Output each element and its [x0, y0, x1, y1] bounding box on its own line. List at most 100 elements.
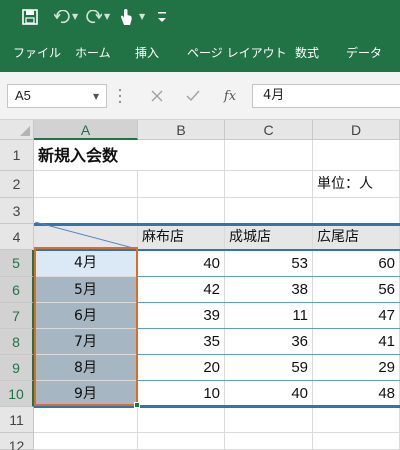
tab-data[interactable]: データ [346, 44, 382, 62]
cell-a11[interactable] [34, 407, 138, 433]
column-header-b[interactable]: B [138, 120, 225, 140]
undo-icon[interactable] [53, 7, 71, 27]
cell-b11[interactable] [138, 407, 225, 433]
cell-b2[interactable] [138, 171, 225, 198]
touch-mode-icon[interactable] [117, 7, 135, 27]
select-all-triangle-icon [20, 126, 30, 136]
row-header-11[interactable]: 11 [0, 407, 34, 433]
cell-b3[interactable] [138, 198, 225, 224]
cell-a12[interactable] [34, 433, 138, 450]
cell-a2[interactable] [34, 171, 138, 198]
name-box-dropdown-icon[interactable]: ▼ [93, 93, 99, 101]
select-all-button[interactable] [0, 120, 34, 140]
redo-dropdown-icon[interactable]: ▼ [104, 12, 110, 22]
value-cell[interactable]: 60 [313, 250, 400, 277]
name-box[interactable]: A5 [7, 84, 107, 108]
fill-handle[interactable] [134, 402, 140, 408]
row-header-7[interactable]: 7 [0, 303, 34, 329]
cell-d3[interactable] [313, 198, 400, 224]
value-cell[interactable]: 38 [225, 277, 313, 303]
sheet-title-cell[interactable]: 新規入会数 [34, 140, 138, 171]
cell-a3[interactable] [34, 198, 138, 224]
value-cell[interactable]: 11 [225, 303, 313, 329]
value-cell[interactable]: 56 [313, 277, 400, 303]
value-cell[interactable]: 41 [313, 329, 400, 355]
cell-c11[interactable] [225, 407, 313, 433]
row-header-6[interactable]: 6 [0, 277, 34, 303]
tab-page-layout[interactable]: ページ レイアウト [187, 44, 287, 62]
value-cell[interactable]: 39 [138, 303, 225, 329]
month-cell[interactable]: 6月 [34, 303, 138, 329]
unit-label-cell[interactable]: 単位：人 [313, 171, 400, 198]
value-cell[interactable]: 48 [313, 381, 400, 407]
store-header-cell[interactable]: 麻布店 [138, 224, 225, 250]
value-cell[interactable]: 59 [225, 355, 313, 381]
value-cell[interactable]: 36 [225, 329, 313, 355]
month-cell[interactable]: 9月 [34, 381, 138, 407]
tab-home[interactable]: ホーム [75, 44, 111, 62]
save-icon[interactable] [21, 7, 39, 27]
enter-icon[interactable] [183, 86, 203, 106]
value-cell[interactable]: 20 [138, 355, 225, 381]
table-bottom-rule [34, 405, 400, 408]
row-header-4[interactable]: 4 [0, 224, 34, 250]
month-cell[interactable]: 4月 [34, 250, 138, 277]
cell-c3[interactable] [225, 198, 313, 224]
row-header-3[interactable]: 3 [0, 198, 34, 224]
customize-qat-icon[interactable] [157, 8, 167, 26]
table-header-rule [34, 249, 400, 251]
cell-c1[interactable] [225, 140, 313, 171]
month-cell[interactable]: 8月 [34, 355, 138, 381]
row-divider [138, 380, 400, 381]
table-top-rule [34, 223, 400, 226]
value-cell[interactable]: 40 [225, 381, 313, 407]
ribbon-tabs: ファイル ホーム 挿入 ページ レイアウト 数式 データ [0, 34, 400, 72]
row-header-5[interactable]: 5 [0, 250, 34, 277]
row-divider [138, 354, 400, 355]
value-cell[interactable]: 29 [313, 355, 400, 381]
store-header-cell[interactable]: 成城店 [225, 224, 313, 250]
row-divider [138, 276, 400, 277]
row-header-9[interactable]: 9 [0, 355, 34, 381]
row-divider [138, 328, 400, 329]
title-bar: ▼ ▼ ▼ ファイル ホーム 挿入 ページ レイアウト 数式 データ [0, 0, 400, 72]
tab-insert[interactable]: 挿入 [135, 44, 159, 62]
cell-d12[interactable] [313, 433, 400, 450]
formula-bar-grip-icon[interactable] [118, 87, 122, 105]
row-divider [138, 302, 400, 303]
month-cell[interactable]: 5月 [34, 277, 138, 303]
formula-input[interactable]: 4月 [252, 84, 400, 108]
value-cell[interactable]: 53 [225, 250, 313, 277]
row-header-12[interactable]: 12 [0, 433, 34, 450]
column-header-d[interactable]: D [313, 120, 400, 140]
cell-b1[interactable] [138, 140, 225, 171]
column-header-a[interactable]: A [34, 120, 138, 140]
worksheet-grid: A B C D 1 2 3 4 5 6 7 8 9 10 11 12 新規入会数… [0, 120, 400, 450]
cancel-icon[interactable] [147, 86, 167, 106]
value-cell[interactable]: 10 [138, 381, 225, 407]
corner-header-cell[interactable] [34, 224, 138, 250]
quick-access-toolbar: ▼ ▼ ▼ [0, 0, 400, 34]
tab-file[interactable]: ファイル [13, 44, 61, 62]
insert-function-icon[interactable]: fx [219, 86, 241, 106]
row-header-10[interactable]: 10 [0, 381, 34, 407]
cell-c12[interactable] [225, 433, 313, 450]
cell-d11[interactable] [313, 407, 400, 433]
redo-icon[interactable] [85, 7, 103, 27]
tab-formulas[interactable]: 数式 [295, 44, 319, 62]
row-header-1[interactable]: 1 [0, 140, 34, 171]
cell-d1[interactable] [313, 140, 400, 171]
undo-dropdown-icon[interactable]: ▼ [72, 12, 78, 22]
column-header-c[interactable]: C [225, 120, 313, 140]
store-header-cell[interactable]: 広尾店 [313, 224, 400, 250]
value-cell[interactable]: 35 [138, 329, 225, 355]
value-cell[interactable]: 40 [138, 250, 225, 277]
cell-b12[interactable] [138, 433, 225, 450]
touch-mode-dropdown-icon[interactable]: ▼ [139, 12, 145, 22]
month-cell[interactable]: 7月 [34, 329, 138, 355]
cell-c2[interactable] [225, 171, 313, 198]
value-cell[interactable]: 47 [313, 303, 400, 329]
value-cell[interactable]: 42 [138, 277, 225, 303]
row-header-8[interactable]: 8 [0, 329, 34, 355]
row-header-2[interactable]: 2 [0, 171, 34, 198]
